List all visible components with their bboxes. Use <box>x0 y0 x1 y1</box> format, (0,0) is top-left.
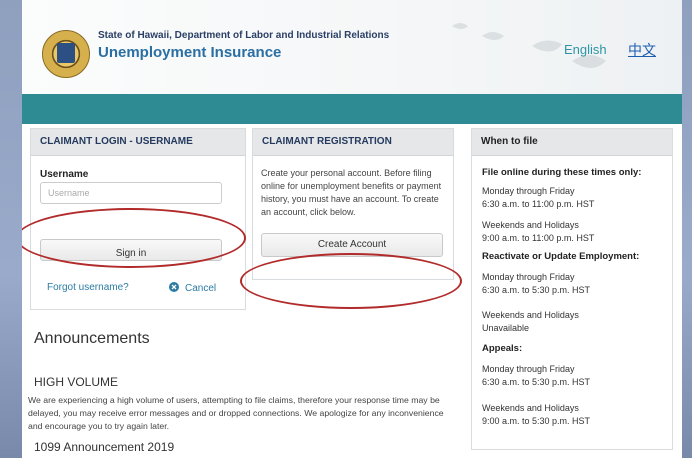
language-chinese-link[interactable]: 中文 <box>628 40 656 60</box>
window-frame-right <box>682 0 692 458</box>
schedule-line: Monday through Friday <box>482 272 575 282</box>
schedule-line: 9:00 a.m. to 5:30 p.m. HST <box>482 416 591 426</box>
islands-graphic-icon <box>452 23 606 68</box>
cancel-label: Cancel <box>185 283 217 294</box>
announcement-text: We are experiencing a high volume of use… <box>28 395 444 431</box>
announcements-title: Announcements <box>34 330 150 347</box>
schedule-line: Unavailable <box>482 323 530 333</box>
username-label: Username <box>40 169 89 180</box>
schedule-heading-appeals: Appeals: <box>482 343 523 354</box>
cancel-link[interactable]: Cancel <box>169 282 216 294</box>
registration-heading: CLAIMANT REGISTRATION <box>253 129 453 156</box>
schedule-heading-online: File online during these times only: <box>482 167 642 178</box>
site-title[interactable]: Unemployment Insurance <box>98 44 281 61</box>
username-input[interactable]: Username <box>40 182 222 204</box>
window-frame-left <box>0 0 22 458</box>
announcement-heading: HIGH VOLUME <box>34 375 119 389</box>
when-to-file-panel: When to file File online during these ti… <box>471 128 673 450</box>
schedule-line: Weekends and Holidays <box>482 220 579 230</box>
language-english-link[interactable]: English <box>564 42 607 57</box>
agency-name: State of Hawaii, Department of Labor and… <box>98 30 390 41</box>
schedule-line: 6:30 a.m. to 5:30 p.m. HST <box>482 285 591 295</box>
registration-text: Create your personal account. Before fil… <box>261 168 442 217</box>
site-header: State of Hawaii, Department of Labor and… <box>22 0 682 94</box>
schedule-line: 6:30 a.m. to 5:30 p.m. HST <box>482 377 591 387</box>
schedule-heading-reactivate: Reactivate or Update Employment: <box>482 251 640 262</box>
forgot-username-link[interactable]: Forgot username? <box>47 282 129 293</box>
nav-band <box>22 94 682 124</box>
cancel-circle-icon <box>169 282 179 292</box>
schedule-line: Weekends and Holidays <box>482 310 579 320</box>
annotation-ellipse-login <box>22 208 246 268</box>
login-heading: CLAIMANT LOGIN - USERNAME <box>31 129 245 156</box>
schedule-line: 6:30 a.m. to 11:00 p.m. HST <box>482 199 595 209</box>
schedule-line: Monday through Friday <box>482 186 575 196</box>
state-seal-icon[interactable] <box>42 30 90 78</box>
schedule-line: 9:00 a.m. to 11:00 p.m. HST <box>482 233 595 243</box>
when-to-file-heading: When to file <box>472 129 672 156</box>
schedule-line: Weekends and Holidays <box>482 403 579 413</box>
schedule-line: Monday through Friday <box>482 364 575 374</box>
annotation-ellipse-registration <box>240 253 462 309</box>
page: State of Hawaii, Department of Labor and… <box>22 0 682 458</box>
announcement-heading: 1099 Announcement 2019 <box>34 440 175 454</box>
